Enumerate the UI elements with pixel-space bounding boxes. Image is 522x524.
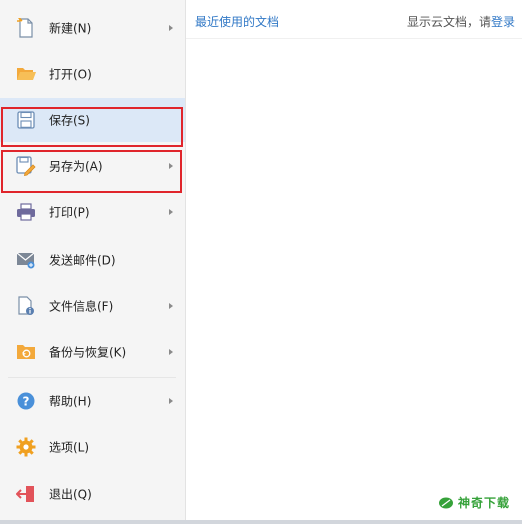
menu-item-file-info-label: 文件信息(F) bbox=[49, 299, 114, 314]
menu-item-save-as[interactable]: 另存为(A) bbox=[0, 144, 185, 188]
submenu-arrow-icon bbox=[169, 163, 173, 169]
menu-item-print-label: 打印(P) bbox=[49, 205, 90, 220]
menu-item-save[interactable]: 保存(S) bbox=[0, 98, 185, 142]
exit-icon bbox=[15, 483, 37, 505]
mail-icon bbox=[15, 249, 37, 271]
menu-item-options[interactable]: 选项(L) bbox=[0, 425, 185, 469]
backup-icon bbox=[15, 341, 37, 363]
help-icon: ? bbox=[15, 390, 37, 412]
open-folder-icon bbox=[15, 63, 37, 85]
menu-item-help[interactable]: ? 帮助(H) bbox=[0, 379, 185, 423]
cloud-docs-hint: 显示云文档，请登录 bbox=[407, 13, 515, 30]
printer-icon bbox=[15, 201, 37, 223]
menu-item-save-as-label: 另存为(A) bbox=[49, 159, 103, 174]
menu-item-exit-label: 退出(Q) bbox=[49, 487, 92, 502]
menu-item-send-mail[interactable]: 发送邮件(D) bbox=[0, 238, 185, 282]
save-as-icon bbox=[15, 155, 37, 177]
menu-item-exit[interactable]: 退出(Q) bbox=[0, 472, 185, 516]
submenu-arrow-icon bbox=[169, 349, 173, 355]
login-link[interactable]: 登录 bbox=[491, 15, 515, 29]
save-icon bbox=[15, 109, 37, 131]
submenu-arrow-icon bbox=[169, 209, 173, 215]
menu-item-open-label: 打开(O) bbox=[49, 67, 92, 82]
menu-item-options-label: 选项(L) bbox=[49, 440, 90, 455]
menu-divider bbox=[8, 377, 176, 378]
menu-item-open[interactable]: 打开(O) bbox=[0, 52, 185, 96]
menu-item-send-mail-label: 发送邮件(D) bbox=[49, 253, 116, 268]
menu-item-new[interactable]: 新建(N) bbox=[0, 6, 185, 50]
menu-item-print[interactable]: 打印(P) bbox=[0, 190, 185, 234]
menu-item-new-label: 新建(N) bbox=[49, 21, 92, 36]
watermark-leaf-icon bbox=[439, 497, 453, 508]
menu-item-save-label: 保存(S) bbox=[49, 113, 90, 128]
header-divider bbox=[186, 38, 522, 39]
gear-icon bbox=[15, 436, 37, 458]
watermark-text: 神奇下载 bbox=[458, 496, 511, 510]
new-file-icon bbox=[15, 17, 37, 39]
watermark-logo: 神奇下载 bbox=[438, 494, 510, 511]
file-menu-window: 新建(N) 打开(O) 保存(S) 另存为(A) 打印(P) 发送邮件(D) 文… bbox=[0, 0, 522, 524]
menu-item-file-info[interactable]: 文件信息(F) bbox=[0, 284, 185, 328]
svg-text:?: ? bbox=[23, 395, 30, 409]
recent-documents-title: 最近使用的文档 bbox=[195, 15, 280, 29]
menu-item-backup[interactable]: 备份与恢复(K) bbox=[0, 330, 185, 374]
bottom-border bbox=[0, 520, 522, 524]
file-menu-panel: 新建(N) 打开(O) 保存(S) 另存为(A) 打印(P) 发送邮件(D) 文… bbox=[0, 0, 186, 520]
submenu-arrow-icon bbox=[169, 303, 173, 309]
cloud-docs-hint-text: 显示云文档，请 bbox=[406, 15, 491, 29]
menu-item-help-label: 帮助(H) bbox=[49, 394, 92, 409]
file-info-icon bbox=[15, 295, 37, 317]
menu-item-backup-label: 备份与恢复(K) bbox=[49, 345, 127, 360]
submenu-arrow-icon bbox=[169, 398, 173, 404]
submenu-arrow-icon bbox=[169, 25, 173, 31]
